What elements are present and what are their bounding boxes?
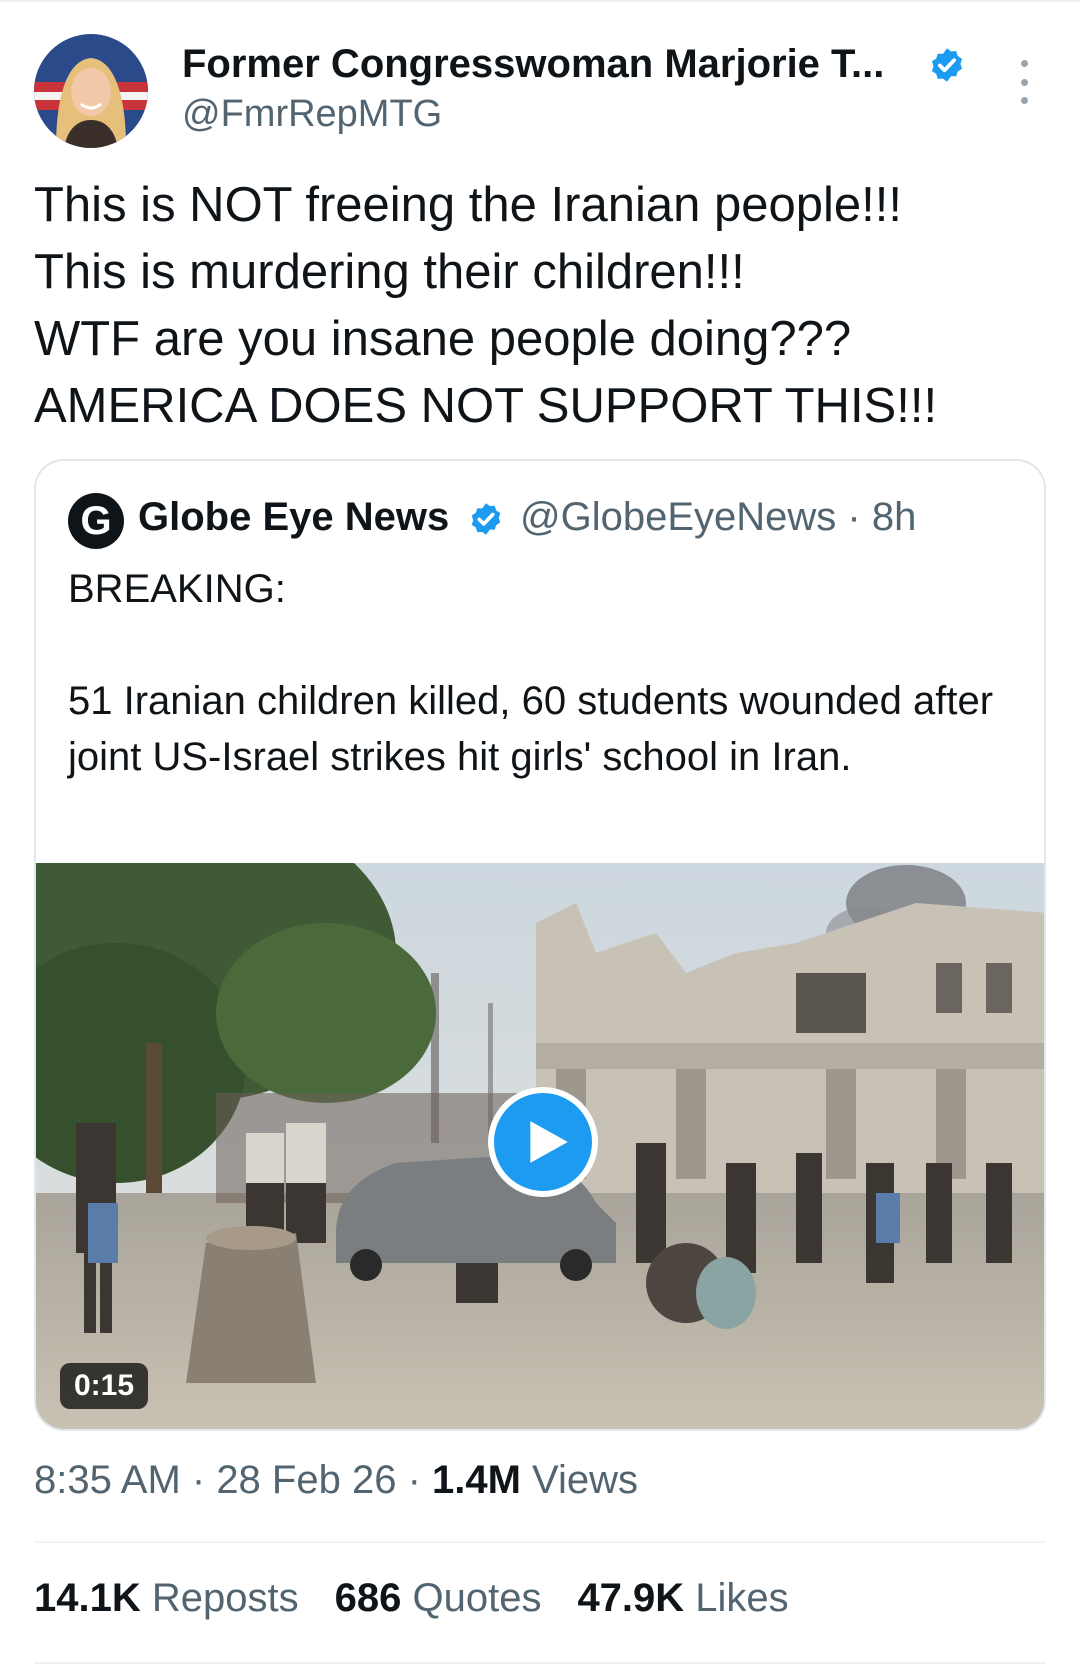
verified-badge-icon — [931, 48, 963, 82]
tweet-meta: 8:35 AM · 28 Feb 26 · 1.4M Views — [34, 1458, 638, 1503]
video-duration-badge: 0:15 — [60, 1363, 149, 1409]
quoted-body: 51 Iranian children killed, 60 students … — [68, 679, 994, 779]
tweet-line: This is NOT freeing the Iranian people!!… — [34, 178, 902, 232]
author-handle[interactable]: @FmrRepMTG — [182, 93, 442, 136]
tweet-line: WTF are you insane people doing??? — [34, 312, 852, 366]
divider — [34, 1541, 1046, 1543]
more-dot-icon — [1020, 78, 1028, 86]
tweet-date[interactable]: 28 Feb 26 — [216, 1458, 396, 1502]
tweet-text: This is NOT freeing the Iranian people!!… — [34, 172, 1054, 440]
globe-eye-logo: G — [68, 493, 124, 549]
verified-badge-icon — [471, 503, 501, 535]
quoted-heading: BREAKING: — [68, 567, 286, 611]
likes-count: 47.9K — [577, 1576, 685, 1620]
quoted-tweet-text: BREAKING: 51 Iranian children killed, 60… — [68, 561, 1018, 785]
views-label: Views — [520, 1458, 639, 1502]
reposts-label: Reposts — [140, 1576, 299, 1620]
quoted-tweet-card[interactable]: G Globe Eye News @GlobeEyeNews · 8h BREA… — [34, 459, 1046, 1431]
quotes-stat[interactable]: 686 Quotes — [335, 1576, 542, 1621]
tweet-line: AMERICA DOES NOT SUPPORT THIS!!! — [34, 379, 938, 433]
more-dot-icon — [1020, 60, 1028, 67]
meta-separator: · — [396, 1458, 432, 1502]
quoted-author-name[interactable]: Globe Eye News — [138, 495, 449, 540]
avatar-image — [34, 34, 148, 148]
author-avatar[interactable] — [34, 34, 148, 148]
views-count: 1.4M — [432, 1458, 521, 1502]
quotes-label: Quotes — [401, 1576, 542, 1620]
quotes-count: 686 — [334, 1576, 402, 1620]
reposts-stat[interactable]: 14.1K Reposts — [34, 1576, 299, 1621]
likes-label: Likes — [684, 1576, 789, 1620]
tweet-line: This is murdering their children!!! — [34, 245, 745, 299]
play-button[interactable] — [488, 1087, 598, 1197]
quoted-handle-time[interactable]: @GlobeEyeNews · 8h — [520, 495, 916, 540]
video-player[interactable]: 0:15 — [36, 863, 1044, 1429]
author-name[interactable]: Former Congresswoman Marjorie T... — [182, 42, 884, 87]
more-options-button[interactable] — [1012, 60, 1036, 104]
meta-separator: · — [180, 1458, 217, 1502]
engagement-stats: 14.1K Reposts 686 Quotes 47.9K Likes — [34, 1576, 789, 1621]
play-icon — [530, 1121, 568, 1163]
top-divider — [0, 0, 1080, 2]
divider — [34, 1662, 1046, 1664]
likes-stat[interactable]: 47.9K Likes — [577, 1576, 788, 1621]
tweet-time[interactable]: 8:35 AM — [34, 1458, 181, 1502]
more-dot-icon — [1020, 97, 1028, 104]
reposts-count: 14.1K — [34, 1576, 141, 1620]
